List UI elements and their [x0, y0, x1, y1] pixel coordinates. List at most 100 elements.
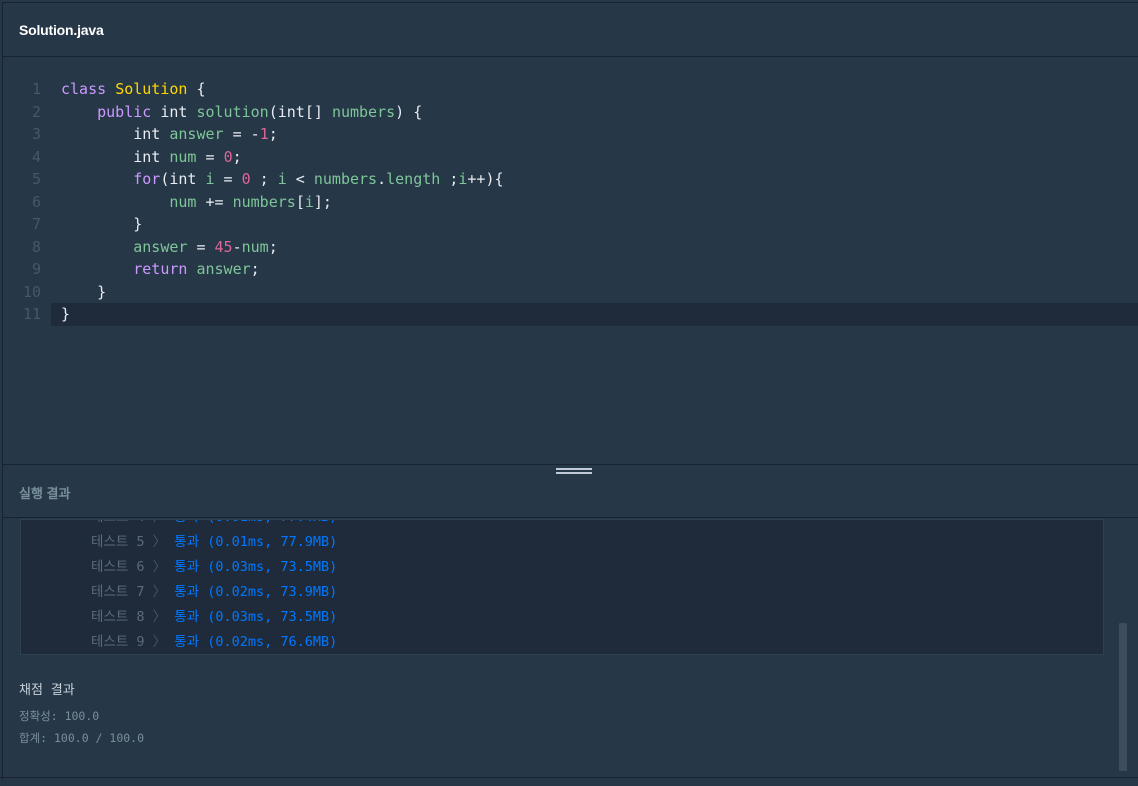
code-token: class: [61, 80, 107, 98]
code-token: ;: [250, 260, 260, 278]
ide-window: Solution.java 1 class Solution {2 public …: [2, 2, 1138, 780]
line-number: 2: [31, 102, 41, 121]
code-token: [: [295, 192, 305, 211]
chevron-right-icon: 〉: [144, 534, 175, 550]
code-line[interactable]: 5 for(int i = 0 ; i < numbers.length ;i+…: [3, 168, 1138, 191]
code-line[interactable]: 8 answer = 45-num;: [3, 236, 1138, 259]
code-token: i: [205, 170, 215, 188]
code-text[interactable]: return answer;: [51, 258, 1138, 281]
code-token: int: [133, 125, 161, 143]
result-scrollbar[interactable]: [1119, 623, 1127, 771]
code-token: 0: [241, 170, 251, 188]
line-number: 1: [31, 80, 41, 98]
test-label: 테스트 4: [91, 520, 145, 525]
test-result-row: 테스트 4 〉 통과 (0.01ms, 77.4MB): [91, 520, 337, 530]
test-label: 테스트 9: [91, 634, 145, 650]
code-token: }: [61, 215, 143, 233]
resize-handle-icon[interactable]: [556, 468, 592, 478]
code-token: ;: [440, 170, 459, 188]
test-results-list[interactable]: 테스트 4 〉 통과 (0.01ms, 77.4MB)테스트 5 〉 통과 (0…: [20, 519, 1104, 655]
code-token: ;: [250, 170, 278, 188]
line-number: 9: [31, 260, 41, 278]
line-number: 8: [31, 237, 41, 256]
code-text[interactable]: }: [51, 281, 1138, 304]
code-text[interactable]: for(int i = 0 ; i < numbers.length ;i++)…: [51, 168, 1138, 191]
code-text[interactable]: public int solution(int[] numbers) {: [51, 101, 1138, 124]
line-number: 4: [31, 147, 41, 166]
line-number: 3: [31, 125, 41, 143]
test-status: 통과 (0.01ms, 77.4MB): [174, 520, 337, 525]
chevron-right-icon: 〉: [144, 584, 175, 600]
code-token: solution: [196, 102, 269, 121]
code-token: public: [97, 102, 152, 121]
code-editor[interactable]: 1 class Solution {2 public int solution(i…: [3, 57, 1138, 464]
code-text[interactable]: }: [51, 213, 1138, 236]
bottom-border: [0, 777, 1138, 778]
code-text[interactable]: answer = 45-num;: [51, 236, 1138, 259]
code-text[interactable]: int num = 0;: [51, 146, 1138, 169]
file-tab-solution-java[interactable]: Solution.java: [19, 22, 104, 38]
grading-accuracy: 정확성: 100.0: [19, 709, 100, 723]
code-line[interactable]: 11}: [3, 303, 1138, 326]
code-token: int: [277, 102, 305, 121]
code-line[interactable]: 7 }: [3, 213, 1138, 236]
code-token: +=: [196, 192, 233, 211]
grading-total: 합계: 100.0 / 100.0: [19, 731, 145, 745]
code-token: ;: [268, 125, 278, 143]
test-status: 통과 (0.01ms, 77.9MB): [174, 534, 338, 550]
code-line[interactable]: 9 return answer;: [3, 258, 1138, 281]
test-label: 테스트 7: [91, 584, 145, 600]
test-result-row: 테스트 7 〉 통과 (0.02ms, 73.9MB): [91, 580, 337, 605]
code-token: ];: [313, 192, 332, 211]
code-text[interactable]: }: [51, 303, 1138, 326]
code-token: ;: [232, 147, 242, 166]
test-result-row: 테스트 8 〉 통과 (0.03ms, 73.5MB): [91, 605, 337, 630]
code-line[interactable]: 6 num += numbers[i];: [3, 191, 1138, 214]
code-token: ;: [268, 237, 278, 256]
test-result-row: 테스트 6 〉 통과 (0.03ms, 73.5MB): [91, 555, 337, 580]
code-token: num: [169, 192, 197, 211]
test-result-row: 테스트 5 〉 통과 (0.01ms, 77.9MB): [91, 530, 337, 555]
code-token: numbers: [232, 192, 296, 211]
code-text[interactable]: num += numbers[i];: [51, 191, 1138, 214]
grading-title: 채점 결과: [19, 683, 75, 698]
code-token: numbers: [331, 102, 396, 121]
code-token: int: [160, 102, 188, 121]
code-token: i: [304, 192, 314, 211]
code-text[interactable]: int answer = -1;: [51, 123, 1138, 146]
chevron-right-icon: 〉: [144, 609, 175, 625]
code-token: int: [169, 170, 197, 188]
code-token: =: [196, 147, 224, 166]
code-line[interactable]: 10 }: [3, 281, 1138, 304]
chevron-right-icon: 〉: [144, 559, 175, 575]
test-status: 통과 (0.03ms, 73.5MB): [174, 559, 338, 575]
code-token: .: [377, 170, 387, 188]
code-line[interactable]: 1 class Solution {: [3, 78, 1138, 101]
code-line[interactable]: 3 int answer = -1;: [3, 123, 1138, 146]
editor-tab-bar: Solution.java: [3, 3, 1138, 57]
code-token: Solution: [115, 80, 188, 98]
test-status: 통과 (0.03ms, 73.5MB): [174, 609, 338, 625]
code-token: length: [386, 170, 441, 188]
code-token: }: [61, 305, 71, 323]
test-label: 테스트 5: [91, 534, 145, 550]
code-token: answer: [196, 260, 251, 278]
code-token: numbers: [313, 170, 378, 188]
code-token: 0: [223, 147, 233, 166]
code-token: {: [187, 80, 206, 98]
code-text[interactable]: class Solution {: [51, 78, 1138, 101]
code-line[interactable]: 2 public int solution(int[] numbers) {: [3, 101, 1138, 124]
code-token: answer: [133, 237, 188, 256]
code-line[interactable]: 4 int num = 0;: [3, 146, 1138, 169]
test-result-row: 테스트 9 〉 통과 (0.02ms, 76.6MB): [91, 630, 337, 654]
code-token: []: [304, 102, 332, 121]
